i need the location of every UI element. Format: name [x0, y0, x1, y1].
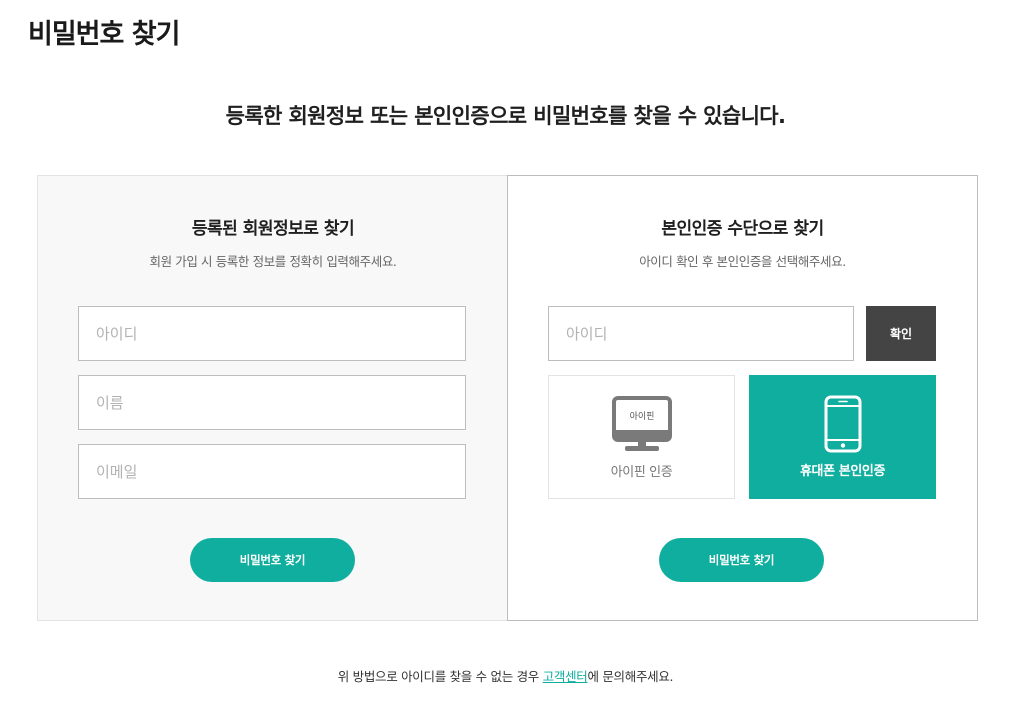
footer-text-after: 에 문의해주세요.: [587, 669, 674, 684]
identity-auth-panel: 본인인증 수단으로 찾기 아이디 확인 후 본인인증을 선택해주세요. 확인 아…: [507, 175, 978, 621]
page-title: 비밀번호 찾기: [28, 19, 180, 50]
auth-id-input[interactable]: [548, 306, 854, 361]
phone-auth-option[interactable]: 휴대폰 본인인증: [749, 375, 936, 499]
identity-auth-description: 아이디 확인 후 본인인증을 선택해주세요.: [639, 254, 846, 269]
phone-auth-label: 휴대폰 본인인증: [799, 464, 886, 479]
ipin-icon-text: 아이핀: [629, 411, 654, 422]
member-id-input[interactable]: [78, 306, 466, 361]
customer-center-link[interactable]: 고객센터: [543, 669, 588, 684]
ipin-auth-option[interactable]: 아이핀 아이핀 인증: [548, 375, 735, 499]
smartphone-icon: [749, 395, 936, 457]
footer-text-before: 위 방법으로 아이디를 찾을 수 없는 경우: [337, 669, 543, 684]
member-info-description: 회원 가입 시 등록한 정보를 정확히 입력해주세요.: [149, 254, 397, 269]
id-confirm-button[interactable]: 확인: [866, 306, 936, 361]
ipin-auth-label: 아이핀 인증: [610, 465, 673, 480]
page-headline: 등록한 회원정보 또는 본인인증으로 비밀번호를 찾을 수 있습니다.: [225, 104, 786, 128]
footer-note: 위 방법으로 아이디를 찾을 수 없는 경우 고객센터에 문의해주세요.: [0, 666, 1011, 685]
monitor-icon: 아이핀: [549, 396, 734, 458]
member-info-title: 등록된 회원정보로 찾기: [191, 219, 355, 239]
member-find-password-button[interactable]: 비밀번호 찾기: [190, 538, 355, 582]
identity-auth-title: 본인인증 수단으로 찾기: [661, 219, 824, 239]
auth-find-password-button[interactable]: 비밀번호 찾기: [659, 538, 824, 582]
member-email-input[interactable]: [78, 444, 466, 499]
member-name-input[interactable]: [78, 375, 466, 430]
member-info-panel: 등록된 회원정보로 찾기 회원 가입 시 등록한 정보를 정확히 입력해주세요.…: [37, 175, 508, 621]
